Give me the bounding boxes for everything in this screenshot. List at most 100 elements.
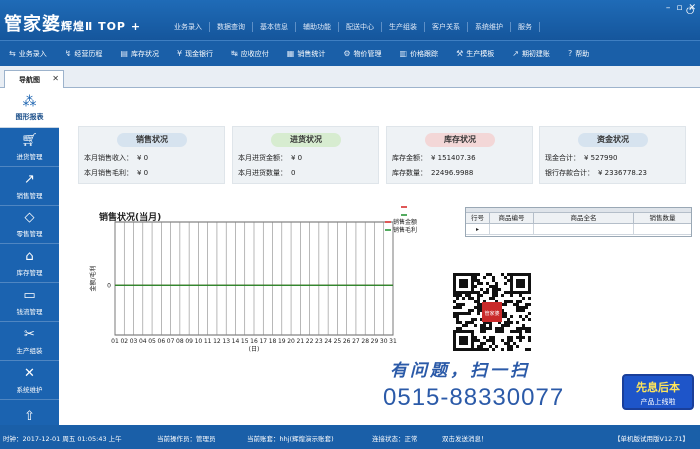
x-tick-label: 22 [306, 338, 314, 345]
table-column-header[interactable]: 商品全名 [534, 213, 634, 223]
sidebar-item[interactable]: ✂ 生产组装 [0, 322, 59, 361]
minimize-icon[interactable]: – [666, 3, 671, 13]
tab-navigation[interactable]: 导航图 ✕ [4, 70, 64, 88]
top-menu-item[interactable]: 生产组装 [382, 22, 425, 32]
status-account: 当前账套：hhj(辉煌演示账套) [247, 435, 334, 443]
sidebar-item-graph-report[interactable]: ⁂ 图形报表 [0, 88, 59, 128]
toolbar-button[interactable]: ⇆ 业务录入 [0, 49, 56, 59]
summary-card-title: 资金状况 [578, 133, 648, 147]
toolbar-button[interactable]: ¥ 现金银行 [168, 49, 222, 59]
summary-card-row: 本月进货数量： 0 [238, 168, 295, 178]
tag-icon: ◇ [24, 210, 35, 226]
legend-label: 销售毛利 [393, 226, 417, 234]
top-menu-item[interactable]: 业务录入 [167, 22, 210, 32]
table-cell [634, 224, 691, 234]
summary-label: 本月进货金额： [238, 154, 287, 162]
sidebar-item-label: 系统维护 [16, 385, 43, 394]
sidebar-item[interactable]: ⌂ 库存管理 [0, 244, 59, 284]
toolbar-button[interactable]: ? 帮助 [559, 49, 598, 59]
summary-label: 本月进货数量： [238, 169, 287, 177]
summary-card-row: 本月销售毛利： ¥ 0 [84, 168, 148, 178]
inventory-icon: ▤ [120, 49, 128, 58]
money-icon: ▭ [23, 288, 36, 304]
sidebar-item-label: 生产组装 [16, 346, 43, 355]
sidebar-item[interactable]: ↗ 销售管理 [0, 167, 59, 206]
summary-card[interactable]: 资金状况 现金合计： ¥ 527990 银行存款合计： ¥ 2336778.23 [539, 126, 686, 184]
summary-card-title: 销售状况 [117, 133, 187, 147]
x-tick-label: 11 [204, 338, 212, 345]
summary-card[interactable]: 库存状况 库存金额： ¥ 151407.36 库存数量： 22496.9988 [386, 126, 533, 184]
summary-label: 本月销售毛利： [84, 169, 133, 177]
top-menu-item[interactable]: 基本信息 [253, 22, 296, 32]
warehouse-icon: ⌂ [25, 249, 34, 265]
toolbar-button[interactable]: ⚒ 生产模板 [447, 49, 503, 59]
table-cell [534, 224, 634, 234]
x-tick-label: 03 [130, 338, 138, 345]
top-menu-item[interactable]: 客户关系 [425, 22, 468, 32]
app-logo: 管家婆辉煌Ⅱ TOP + [4, 10, 141, 36]
table-column-header[interactable]: 行号 [466, 213, 490, 223]
top-menu-item[interactable]: 数据查询 [210, 22, 253, 32]
wrench-icon: ✕ [24, 365, 35, 381]
toolbar-button[interactable]: ↹ 应收应付 [222, 49, 278, 59]
sidebar: ⁂ 图形报表 🛒︎ 进货管理 ↗ 销售管理 ◇ 零售管理 ⌂ 库存管理 ▭ 钱流管理 ✂ 生产组装 ✕ 系… [0, 88, 59, 439]
power-icon[interactable]: ⏻ [686, 6, 694, 17]
x-tick-label: 25 [334, 338, 342, 345]
top-menu-item[interactable]: 服务 [511, 22, 540, 32]
x-tick-label: 09 [185, 338, 193, 345]
x-tick-label: 06 [158, 338, 166, 345]
x-tick-label: 27 [352, 338, 360, 345]
sidebar-item[interactable]: ✕ 系统维护 [0, 361, 59, 400]
summary-value: 22496.9988 [431, 169, 474, 177]
summary-card-row: 库存数量： 22496.9988 [392, 168, 473, 178]
toolbar-button[interactable]: ↗ 期初建账 [503, 49, 559, 59]
sidebar-item[interactable]: 🛒︎ 进货管理 [0, 128, 59, 167]
y-axis-label: 金额/毛利 [89, 265, 97, 291]
x-tick-label: 02 [120, 338, 128, 345]
table-column-header[interactable]: 商品编号 [490, 213, 534, 223]
top-menu-item[interactable]: 辅助功能 [296, 22, 339, 32]
sales-chart: 01 02 03 04 05 06 07 08 09 10 11 12 13 14 15 16 17 18 19 20… [89, 206, 417, 353]
toolbar-button[interactable]: ↯ 经营历程 [56, 49, 112, 59]
sidebar-item-label: 钱流管理 [16, 308, 43, 317]
table-column-header[interactable]: 销售数量 [634, 213, 691, 223]
graph-report-icon: ⁂ [22, 93, 37, 110]
top-menu-item[interactable]: 系统维护 [468, 22, 511, 32]
table-row[interactable]: ▸ [466, 224, 691, 235]
promo-badge[interactable]: 先息后本 产品上线啦 [622, 374, 694, 410]
sidebar-item[interactable]: ◇ 零售管理 [0, 206, 59, 245]
x-tick-label: 24 [324, 338, 332, 345]
upload-icon: ⇧ [24, 409, 35, 425]
summary-value: 0 [291, 169, 296, 177]
toolbar-button[interactable]: ▤ 库存状况 [111, 49, 168, 59]
toolbar-button-label: 现金银行 [185, 49, 214, 58]
maximize-icon[interactable]: ▫ [676, 3, 682, 13]
summary-card-row: 银行存款合计： ¥ 2336778.23 [545, 168, 647, 178]
summary-value: ¥ 0 [291, 154, 303, 162]
promo-badge-title: 先息后本 [636, 381, 680, 394]
toolbar-button[interactable]: ▦ 销售统计 [278, 49, 335, 59]
main-toolbar: ⇆ 业务录入 ↯ 经营历程 ▤ 库存状况 ¥ 现金银行 ↹ 应收应付 ▦ 销售统计 ⚙ 物价管理 ▥ 价格跟踪… [0, 40, 700, 66]
summary-value: ¥ 2336778.23 [598, 169, 647, 177]
tab-close-icon[interactable]: ✕ [52, 74, 59, 83]
toolbar-button[interactable]: ▥ 价格跟踪 [391, 49, 448, 59]
x-tick-label: 19 [278, 338, 286, 345]
top-menu-item[interactable]: 配送中心 [339, 22, 382, 32]
tools-icon: ✂ [24, 326, 35, 342]
toolbar-button-label: 销售统计 [297, 49, 326, 58]
x-tick-label: 28 [361, 338, 369, 345]
production-icon: ⚒ [456, 49, 464, 58]
summary-card[interactable]: 进货状况 本月进货金额： ¥ 0 本月进货数量： 0 [232, 126, 379, 184]
summary-value: ¥ 527990 [584, 154, 618, 162]
promo-slogan: 有问题，扫一扫 [390, 361, 530, 381]
sidebar-item-label: 销售管理 [16, 191, 43, 200]
status-message[interactable]: 双击发送消息！ [442, 433, 488, 443]
summary-card[interactable]: 销售状况 本月销售收入： ¥ 0 本月销售毛利： ¥ 0 [78, 126, 225, 184]
toolbar-button-label: 业务录入 [18, 49, 47, 58]
cart-icon: 🛒︎ [21, 132, 38, 148]
toolbar-button-label: 库存状况 [130, 49, 159, 58]
sidebar-item-label: 进货管理 [16, 152, 43, 161]
toolbar-button[interactable]: ⚙ 物价管理 [334, 49, 390, 59]
sidebar-item-label: 库存管理 [16, 269, 43, 278]
sidebar-item[interactable]: ▭ 钱流管理 [0, 283, 59, 322]
